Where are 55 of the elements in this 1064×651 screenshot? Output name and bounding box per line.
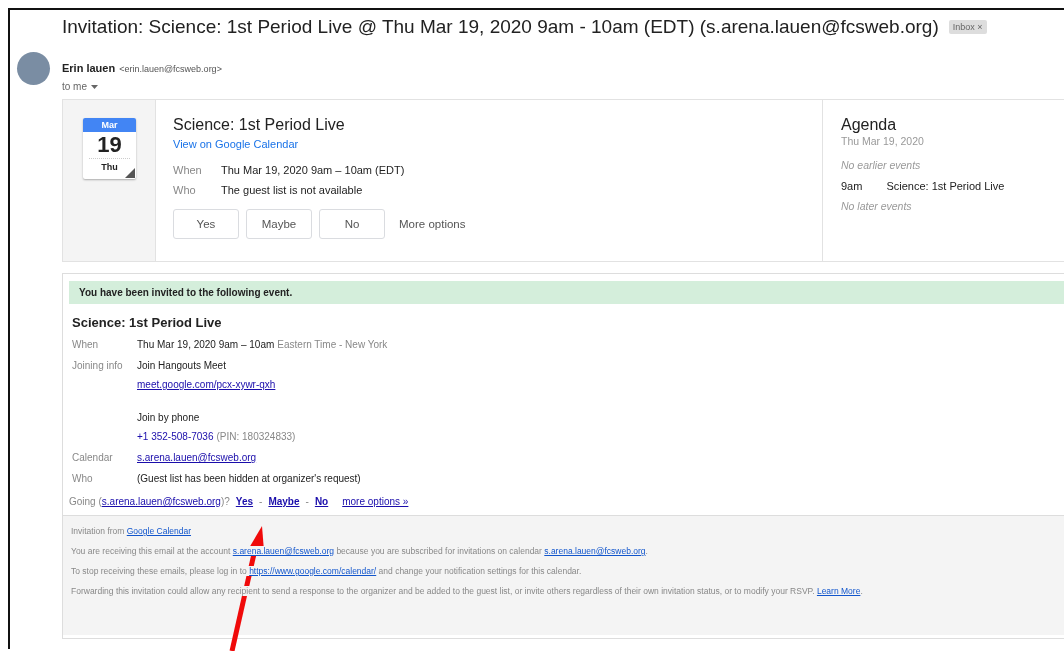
calendar-link[interactable]: View on Google Calendar: [173, 138, 299, 150]
footer-text: Invitation from Google Calendar: [71, 526, 191, 536]
detail-label: Who: [173, 184, 197, 196]
detail-label: When: [173, 164, 203, 176]
caret-icon[interactable]: [91, 84, 98, 89]
agenda-event[interactable]: Science: 1st Period Live: [886, 180, 1005, 192]
info-text: Join Hangouts Meet: [137, 360, 226, 371]
info-text: (PIN: 180324833): [216, 431, 296, 442]
sender-email: <erin.lauen@fcsweb.org>: [119, 64, 222, 74]
footer-text: To stop receiving these emails, please log in to https://www.google.com/calendar/ and change your notification settings for this calendar.: [71, 566, 582, 576]
calendar-date-icon: Mar 19 Thu: [83, 118, 136, 179]
field-label: Joining info: [72, 360, 124, 373]
field-label: Calendar: [72, 452, 114, 463]
sender-name: Erin lauen: [62, 62, 116, 74]
rsvp-button[interactable]: No: [319, 209, 385, 239]
info-text: (Guest list has been hidden at organizer's request): [137, 473, 361, 484]
invite-banner: You have been invited to the following event.: [69, 281, 1064, 304]
link[interactable]: meet.google.com/pcx-xywr-qxh: [137, 379, 276, 390]
link[interactable]: Google Calendar: [126, 526, 191, 536]
info-text: Thu Mar 19, 2020 9am – 10am: [137, 339, 275, 350]
agenda-title: Agenda: [841, 116, 898, 134]
rsvp-button[interactable]: Maybe: [246, 209, 312, 239]
info-text: Eastern Time - New York: [277, 339, 388, 350]
recipient-dropdown[interactable]: to me: [62, 81, 87, 92]
email-subject: Invitation: Science: 1st Period Live @ Thu Mar 19, 2020 9am - 10am (EDT) (s.arena.lauen@fcsweb.org): [62, 16, 939, 38]
link[interactable]: https://www.google.com/calendar/: [249, 566, 377, 576]
rsvp-link[interactable]: Maybe: [268, 496, 300, 507]
phone-link[interactable]: +1 352-508-7036: [137, 431, 214, 442]
info-text: )?: [220, 496, 230, 507]
footer-text: You are receiving this email at the account s.arena.lauen@fcsweb.org because you are subscribed for invitations on calendar s.arena.lauen@fcsweb.org.: [71, 546, 648, 556]
label-chip[interactable]: Inbox ×: [948, 20, 987, 34]
rsvp-button[interactable]: Yes: [173, 209, 239, 239]
detail-value: Thu Mar 19, 2020 9am – 10am (EDT): [221, 164, 406, 176]
event-title: Science: 1st Period Live: [71, 314, 223, 330]
field-label: Who: [72, 473, 94, 484]
event-time: 9am: [841, 180, 863, 192]
agenda-date: Thu Mar 19, 2020: [841, 135, 925, 147]
more-options-link[interactable]: More options: [399, 218, 466, 230]
info-text: Join by phone: [137, 412, 200, 423]
info-text: -: [259, 496, 263, 507]
info-text: -: [305, 496, 309, 507]
link[interactable]: s.arena.lauen@fcsweb.org: [137, 452, 257, 463]
link[interactable]: more options »: [342, 496, 409, 507]
rsvp-link[interactable]: No: [314, 496, 329, 507]
detail-value: The guest list is not available: [221, 184, 364, 196]
event-title: Science: 1st Period Live: [173, 116, 346, 134]
footer-text: Forwarding this invitation could allow any recipient to send a response to the organizer and be added to the guest list, or invite others regardless of their own invitation status, or to modify your RSVP. Learn More.: [71, 586, 863, 596]
link[interactable]: s.arena.lauen@fcsweb.org: [232, 546, 334, 556]
agenda-note: No later events: [841, 200, 913, 212]
field-label: When: [72, 339, 100, 350]
info-text: Going (: [69, 496, 102, 507]
link[interactable]: s.arena.lauen@fcsweb.org: [544, 546, 646, 556]
agenda-note: No earlier events: [841, 159, 922, 171]
avatar: [17, 52, 50, 85]
rsvp-link[interactable]: Yes: [235, 496, 254, 507]
